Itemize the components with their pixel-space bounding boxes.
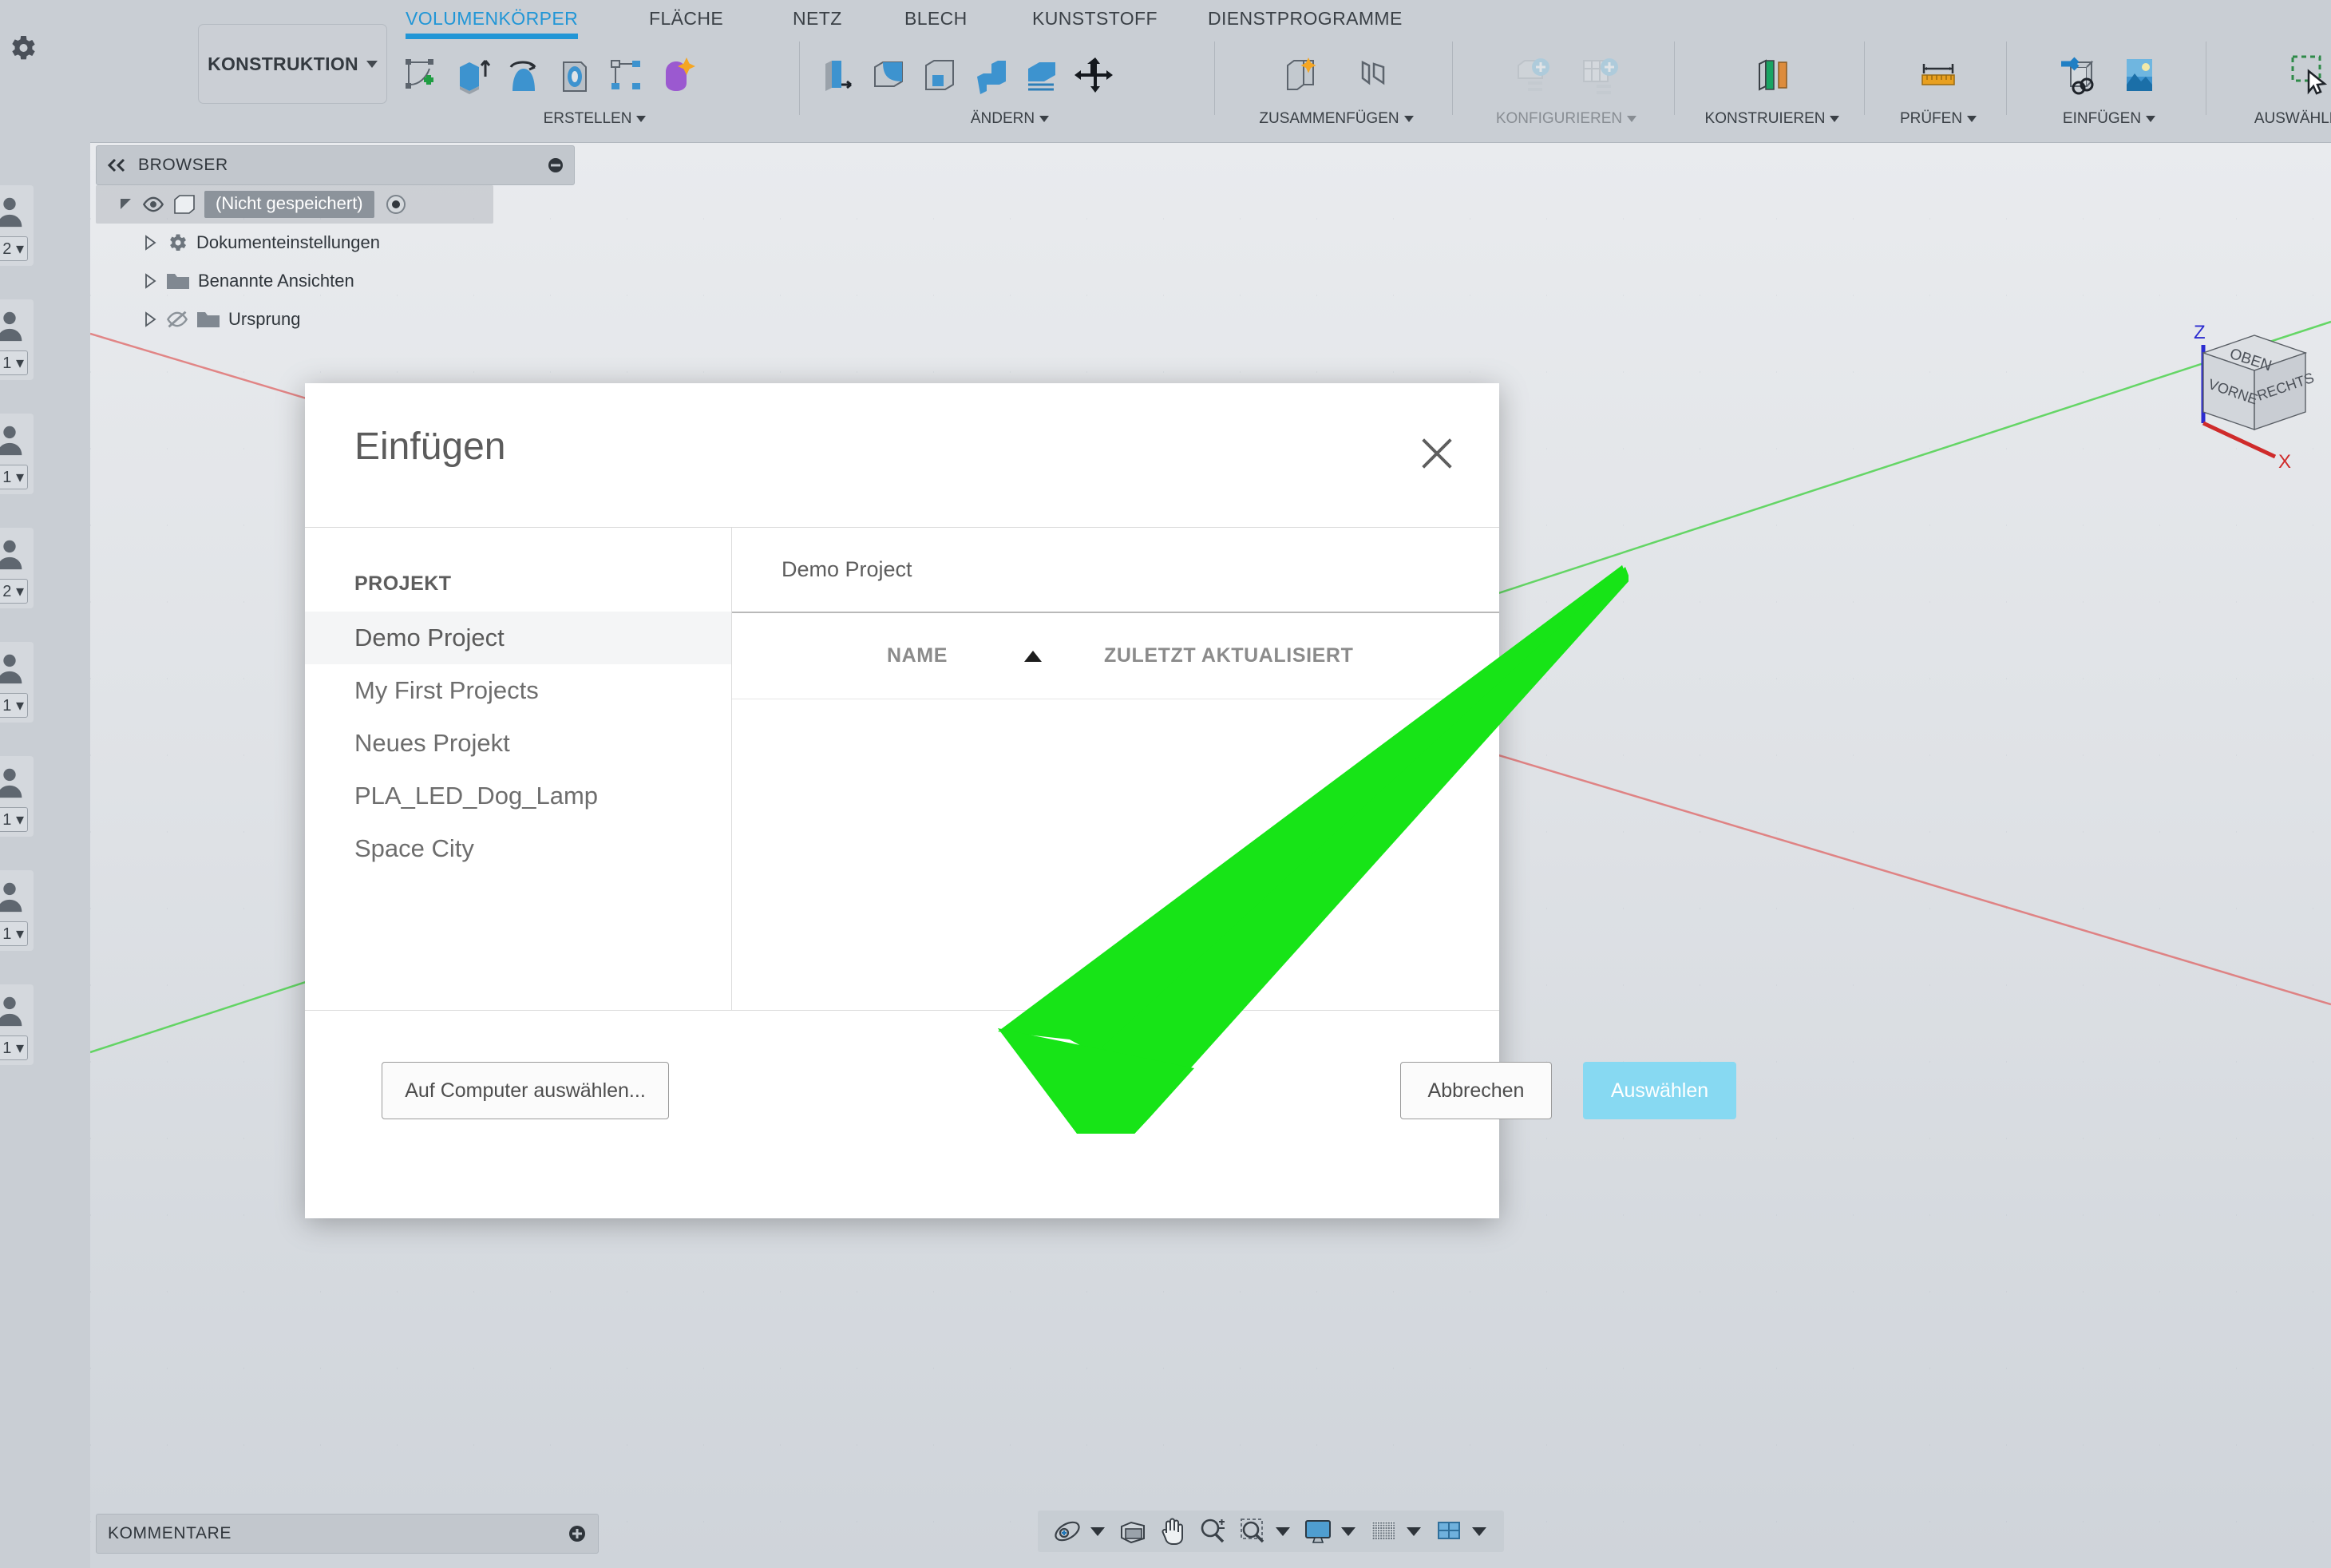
- sort-ascending-icon[interactable]: [1024, 650, 1043, 662]
- column-header-name[interactable]: NAME: [887, 644, 948, 667]
- project-list-item[interactable]: My First Projects: [305, 664, 731, 717]
- breadcrumb-current[interactable]: Demo Project: [782, 557, 912, 582]
- dialog-header: Einfügen: [305, 383, 1499, 528]
- dialog-title: Einfügen: [354, 426, 506, 468]
- dialog-body: PROJEKT Demo Project My First Projects Neu…: [305, 528, 1499, 1010]
- dialog-footer: Auf Computer auswählen... Abbrechen Ausw…: [305, 1010, 1736, 1218]
- modal-overlay: Einfügen PROJEKT Demo Project My First Pr…: [0, 0, 2331, 1568]
- file-table-body: [732, 699, 1499, 1010]
- project-list-item[interactable]: Neues Projekt: [305, 717, 731, 770]
- project-list-item[interactable]: Space City: [305, 822, 731, 875]
- insert-dialog: Einfügen PROJEKT Demo Project My First Pr…: [305, 383, 1736, 1218]
- project-list: Demo Project My First Projects Neues Proje…: [305, 612, 731, 875]
- confirm-select-button[interactable]: Auswählen: [1583, 1062, 1736, 1119]
- project-list-header: PROJEKT: [354, 572, 452, 595]
- file-browser-pane: Demo Project NAME ZULETZT AKTUALISIERT: [732, 528, 1499, 1010]
- column-header-updated[interactable]: ZULETZT AKTUALISIERT: [1104, 644, 1353, 667]
- breadcrumb: Demo Project: [732, 528, 1499, 613]
- file-table-header: NAME ZULETZT AKTUALISIERT: [732, 613, 1499, 699]
- select-on-computer-button[interactable]: Auf Computer auswählen...: [382, 1062, 669, 1119]
- project-list-pane: PROJEKT Demo Project My First Projects Neu…: [305, 528, 732, 1010]
- cancel-button[interactable]: Abbrechen: [1400, 1062, 1552, 1119]
- close-icon[interactable]: [1416, 433, 1458, 474]
- project-list-item[interactable]: PLA_LED_Dog_Lamp: [305, 770, 731, 822]
- project-list-item[interactable]: Demo Project: [305, 612, 731, 664]
